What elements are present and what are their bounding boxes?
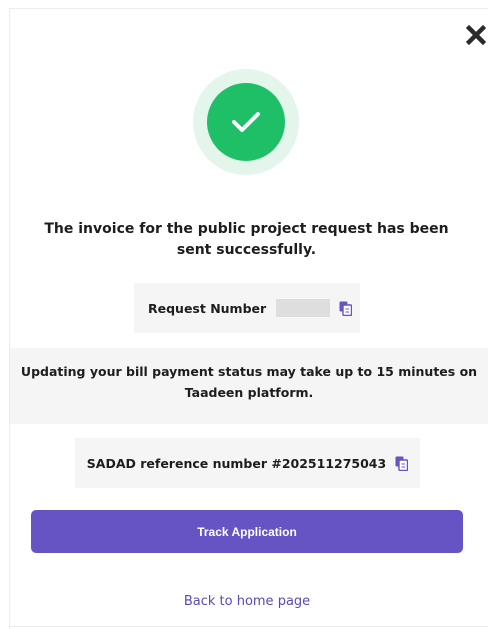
success-icon-circle bbox=[207, 83, 285, 161]
payment-status-notice: Updating your bill payment status may ta… bbox=[10, 348, 488, 424]
track-application-button[interactable]: Track Application bbox=[31, 510, 463, 553]
dialog-bottom-border bbox=[10, 626, 488, 627]
back-to-home-link[interactable]: Back to home page bbox=[0, 594, 488, 609]
request-number-box: Request Number bbox=[134, 283, 360, 333]
close-icon[interactable] bbox=[466, 24, 486, 46]
check-icon bbox=[232, 112, 260, 132]
request-number-label: Request Number bbox=[148, 300, 267, 316]
sadad-reference-label: SADAD reference number #202511275043 bbox=[86, 455, 387, 471]
dialog-left-border bbox=[9, 8, 10, 629]
copy-icon[interactable] bbox=[339, 301, 353, 316]
success-dialog: The invoice for the public project reque… bbox=[0, 0, 488, 629]
request-number-value bbox=[276, 299, 331, 317]
copy-icon[interactable] bbox=[395, 456, 409, 471]
success-icon-halo bbox=[193, 69, 299, 175]
success-message: The invoice for the public project reque… bbox=[44, 221, 449, 258]
dialog-top-border bbox=[10, 8, 488, 9]
sadad-reference-box: SADAD reference number #202511275043 bbox=[75, 438, 420, 488]
